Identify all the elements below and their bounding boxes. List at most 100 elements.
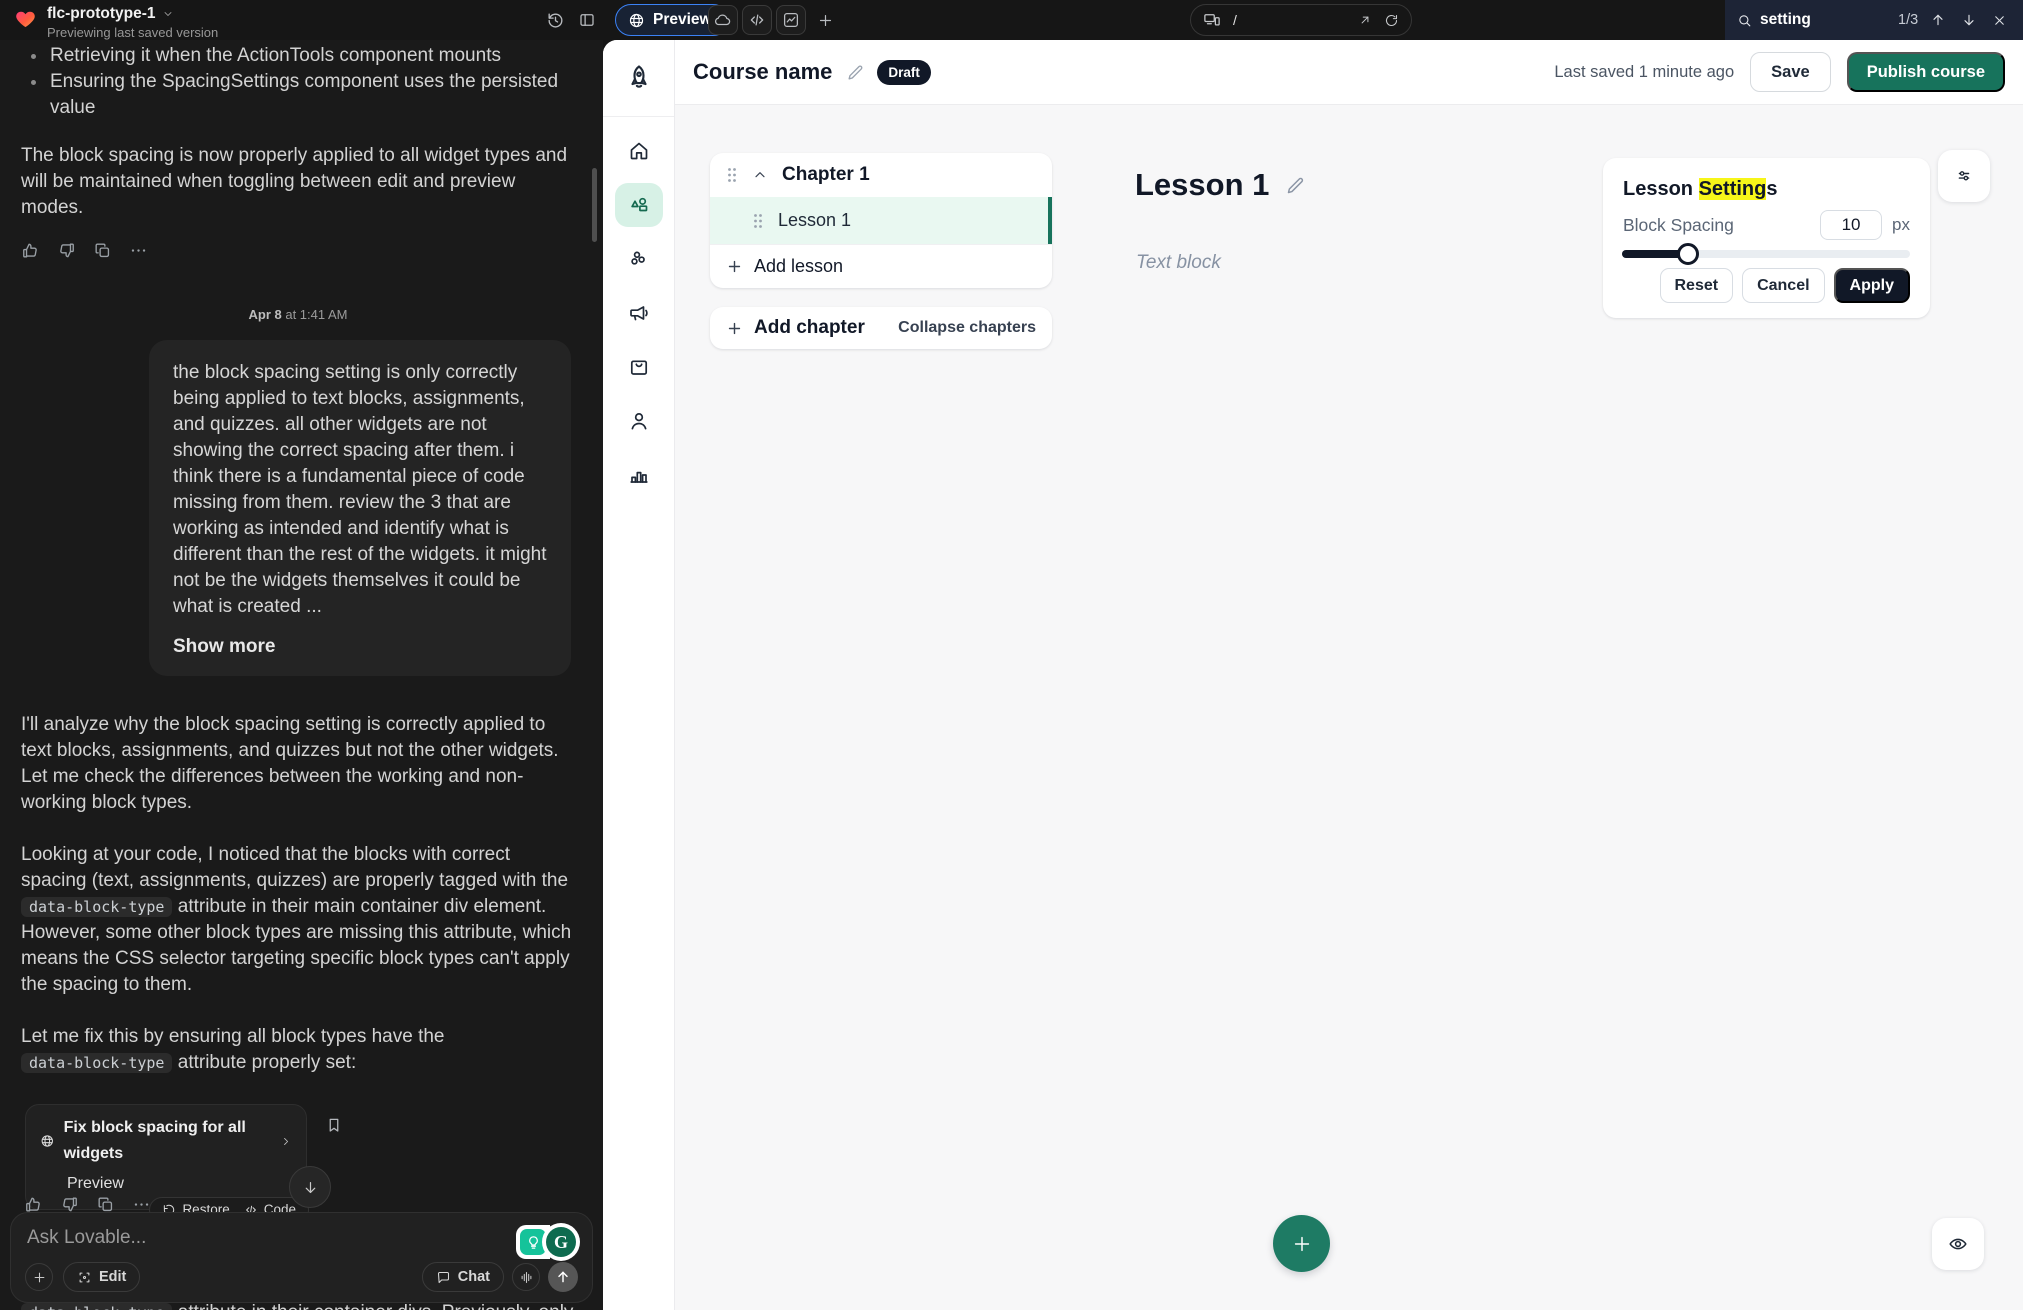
grammarly-g-icon: G [546,1227,576,1257]
last-saved-text: Last saved 1 minute ago [1554,63,1734,82]
lovable-heart-logo-icon [14,7,37,30]
show-more-link[interactable]: Show more [173,634,547,660]
lesson-row-label: Lesson 1 [778,210,851,231]
lesson-title: Lesson 1 [1135,167,1269,203]
sidebar-item-store[interactable] [615,345,663,389]
edit-lesson-title-icon[interactable] [1285,175,1306,196]
publish-course-button[interactable]: Publish course [1847,52,2005,92]
add-tab-button[interactable] [810,5,840,35]
settings-toggle-button[interactable] [1938,150,1990,202]
text-segment: attribute properly set: [172,1052,356,1073]
add-chapter-card: Add chapter Collapse chapters [710,307,1052,349]
reset-button[interactable]: Reset [1660,268,1734,303]
status-badge: Draft [877,60,931,85]
edit-course-name-icon[interactable] [846,63,865,82]
project-text: flc-prototype-1 Previewing last saved ve… [47,5,218,40]
collapse-chapters-button[interactable]: Collapse chapters [898,319,1036,337]
refresh-icon[interactable] [1384,13,1399,28]
ask-lovable-input[interactable] [27,1227,411,1249]
grammarly-logo-badge[interactable]: G [544,1225,578,1259]
block-spacing-slider[interactable] [1622,250,1910,258]
chapter-header[interactable]: Chapter 1 [710,153,1052,197]
cancel-button[interactable]: Cancel [1742,268,1824,303]
app-logo[interactable] [603,40,674,117]
chevron-up-icon[interactable] [752,167,768,183]
edit-mode-button[interactable]: Edit [63,1262,140,1292]
sidebar-item-home[interactable] [615,129,663,173]
voice-input-button[interactable] [512,1263,540,1291]
lesson-row[interactable]: Lesson 1 [710,197,1052,244]
open-external-icon[interactable] [1358,13,1372,27]
project-name[interactable]: flc-prototype-1 [47,5,156,23]
code-view-button[interactable] [742,5,772,35]
add-block-fab[interactable] [1273,1215,1330,1272]
plus-icon [1291,1233,1313,1255]
preview-label: Preview [653,11,712,29]
version-card-title: Fix block spacing for all widgets [64,1115,263,1167]
devices-icon [1203,11,1221,29]
rocket-icon [624,63,654,93]
save-button[interactable]: Save [1750,52,1831,92]
url-bar[interactable]: / [1190,4,1412,36]
send-button[interactable] [548,1262,578,1292]
thumbs-up-icon[interactable] [21,241,40,260]
attach-button[interactable] [25,1263,53,1291]
find-next-button[interactable] [1957,7,1980,33]
block-spacing-input[interactable] [1820,210,1882,240]
copy-icon[interactable] [93,241,112,260]
megaphone-icon [627,301,651,325]
history-icon [546,11,565,30]
text-segment: Let me fix this by ensuring all block ty… [21,1026,445,1047]
search-icon [1737,12,1752,29]
select-edit-icon [77,1270,92,1285]
find-input[interactable] [1760,11,1890,29]
add-chapter-button[interactable]: Add chapter [754,317,865,339]
thumbs-down-icon[interactable] [57,241,76,260]
cloud-icon [714,11,732,29]
chat-label: Chat [458,1269,490,1285]
panel-toggle-button[interactable] [572,5,602,35]
find-previous-button[interactable] [1926,7,1949,33]
composer-toolbar: Edit Chat [25,1262,578,1292]
sidebar-item-announcements[interactable] [615,291,663,335]
apply-button[interactable]: Apply [1834,268,1910,303]
lesson-title-row: Lesson 1 [1135,167,1306,203]
url-path[interactable]: / [1233,12,1346,28]
sidebar-item-courses[interactable] [615,183,663,227]
preview-mode-button[interactable] [1932,1218,1984,1270]
more-options-icon[interactable] [129,241,148,260]
sidebar-item-profile[interactable] [615,399,663,443]
chat-panel: Retrieving it when the ActionTools compo… [0,40,603,1310]
plus-icon [817,12,834,29]
scroll-to-bottom-button[interactable] [289,1166,331,1208]
bar-chart-icon [627,463,651,487]
empty-text-block[interactable]: Text block [1136,252,1221,274]
close-icon [1992,13,2007,28]
bullet-item: Retrieving it when the ActionTools compo… [21,43,575,69]
analytics-button[interactable] [776,5,806,35]
sidebar-item-community[interactable] [615,237,663,281]
bullet-dot [31,80,36,85]
sidebar-item-analytics[interactable] [615,453,663,497]
edit-label: Edit [99,1269,126,1285]
bookmark-icon[interactable] [325,1116,343,1134]
chevron-right-icon [280,1134,292,1149]
drag-handle-icon[interactable] [752,213,764,229]
find-close-button[interactable] [1988,7,2011,33]
arrow-down-icon [1961,12,1977,28]
slider-thumb[interactable] [1677,243,1699,265]
person-icon [627,409,651,433]
drag-handle-icon[interactable] [726,167,738,183]
message-actions [21,241,575,260]
course-title: Course name [693,59,832,85]
add-lesson-button[interactable]: Add lesson [710,244,1052,288]
history-button[interactable] [540,5,570,35]
grammarly-widget[interactable]: G [516,1225,578,1259]
chat-bubble-icon [436,1270,451,1285]
search-highlight: Setting [1699,178,1767,200]
chat-mode-button[interactable]: Chat [422,1262,504,1292]
cloud-button[interactable] [708,5,738,35]
chat-scrollbar[interactable] [592,168,597,242]
project-info[interactable]: flc-prototype-1 Previewing last saved ve… [14,5,218,40]
arrow-down-icon [302,1179,319,1196]
